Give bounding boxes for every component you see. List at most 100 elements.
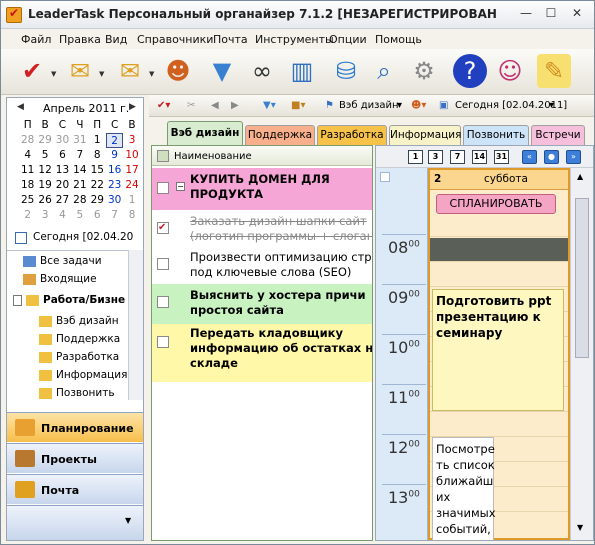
tree-item-work[interactable]: Работа/Бизне: [13, 294, 125, 306]
calendar-day[interactable]: 5: [36, 148, 53, 163]
tab-call[interactable]: Позвонить: [463, 125, 529, 145]
task-row[interactable]: ✔ Заказать дизайн шапки сайт (логотип про…: [152, 210, 372, 246]
scroll-up-icon[interactable]: ▲: [577, 172, 583, 181]
task-row[interactable]: − КУПИТЬ ДОМЕН ДЛЯ ПРОДУКТА: [152, 168, 372, 210]
calendar-day[interactable]: 16: [106, 163, 123, 178]
minimize-button[interactable]: —: [515, 5, 537, 23]
nav-planning[interactable]: Планирование: [7, 412, 143, 442]
chevron-down-icon[interactable]: ▼: [125, 516, 131, 525]
column-name-header[interactable]: Наименование: [174, 151, 252, 162]
calendar-day[interactable]: 10: [123, 148, 140, 163]
calendar-day[interactable]: 5: [71, 208, 88, 223]
cut-icon[interactable]: ✂: [187, 100, 195, 111]
calendar-day[interactable]: 30: [106, 193, 123, 208]
calendar-day[interactable]: 1: [123, 193, 140, 208]
plan-button[interactable]: СПЛАНИРОВАТЬ: [436, 194, 556, 214]
calendar-day[interactable]: 19: [36, 178, 53, 193]
calendar-day[interactable]: 14: [71, 163, 88, 178]
menu-mail[interactable]: Почта: [213, 33, 248, 46]
menu-file[interactable]: Файл: [21, 33, 51, 46]
calendar-day[interactable]: 20: [54, 178, 71, 193]
calendar-day[interactable]: 25: [19, 193, 36, 208]
calendar-day[interactable]: 3: [123, 133, 140, 148]
tree-item-all-tasks[interactable]: Все задачи: [23, 255, 102, 267]
tab-information[interactable]: Информация: [389, 125, 461, 145]
prev-day-icon[interactable]: «: [522, 150, 537, 164]
today-icon[interactable]: ●: [544, 150, 559, 164]
scroll-thumb[interactable]: [575, 198, 589, 358]
calendar-today-link[interactable]: Сегодня [02.04.20: [33, 231, 141, 243]
gear-icon[interactable]: ⚙: [407, 54, 441, 88]
filter-icon[interactable]: ▼: [205, 54, 239, 88]
view-7-days-button[interactable]: 7: [450, 150, 465, 164]
calendar-day[interactable]: 27: [54, 193, 71, 208]
nav-projects[interactable]: Проекты: [7, 443, 143, 473]
tab-web-design[interactable]: Вэб дизайн: [167, 121, 243, 145]
collapse-icon[interactable]: [13, 294, 22, 306]
select-all-checkbox[interactable]: [157, 150, 169, 162]
menu-help[interactable]: Помощь: [375, 33, 422, 46]
mail-icon[interactable]: ✉: [63, 54, 97, 88]
tree-item-call[interactable]: Позвонить: [39, 387, 115, 399]
calendar-day[interactable]: 28: [19, 133, 36, 148]
calendar-day[interactable]: 29: [89, 193, 106, 208]
notes-icon[interactable]: ✎: [537, 54, 571, 88]
filter-icon[interactable]: ▼▾: [263, 100, 276, 111]
calendar-day[interactable]: 30: [54, 133, 71, 148]
binoculars-icon[interactable]: ∞: [245, 54, 279, 88]
task-note-events[interactable]: Посмотре ть список ближайш их значимых с…: [432, 437, 496, 540]
send-mail-icon[interactable]: ✉: [113, 54, 147, 88]
tree-item-development[interactable]: Разработка: [39, 351, 119, 363]
forward-icon[interactable]: ▶: [231, 100, 239, 111]
collapse-icon[interactable]: [380, 172, 390, 182]
task-row[interactable]: Произвести оптимизацию стр под ключевые …: [152, 246, 372, 284]
nav-more[interactable]: ▼: [7, 505, 143, 540]
calendar-day[interactable]: 22: [89, 178, 106, 193]
menu-references[interactable]: Справочники: [137, 33, 213, 46]
briefcase-icon[interactable]: ■▾: [291, 100, 305, 111]
calendar-day[interactable]: 8: [89, 148, 106, 163]
calendar-day[interactable]: 18: [19, 178, 36, 193]
chevron-down-icon[interactable]: ▾: [397, 100, 402, 111]
prev-month-icon[interactable]: ◀: [17, 102, 24, 112]
calendar-day[interactable]: 23: [106, 178, 123, 193]
back-icon[interactable]: ◀: [211, 100, 219, 111]
calendar-day[interactable]: 13: [54, 163, 71, 178]
task-note-ppt[interactable]: Подготовить ppt презентацию к семинару: [432, 289, 564, 411]
calendar-day[interactable]: 21: [71, 178, 88, 193]
calendar-day[interactable]: 28: [71, 193, 88, 208]
tree-item-information[interactable]: Информация: [39, 369, 127, 381]
chevron-down-icon[interactable]: ▼: [51, 70, 56, 78]
task-row[interactable]: Передать кладовщику информацию об остатк…: [152, 324, 372, 382]
task-checkbox[interactable]: ✔: [157, 222, 169, 234]
tree-scrollbar[interactable]: [128, 250, 143, 400]
menu-tools[interactable]: Инструменты: [255, 33, 334, 46]
preview-icon[interactable]: ⌕: [367, 54, 401, 88]
view-31-days-button[interactable]: 31: [494, 150, 509, 164]
calendar-day[interactable]: 6: [54, 148, 71, 163]
day-column[interactable]: 2 суббота СПЛАНИРОВАТЬ Подготовить ppt п…: [428, 168, 570, 540]
tab-development[interactable]: Разработка: [317, 125, 387, 145]
collapse-icon[interactable]: −: [176, 182, 185, 191]
calendar-day[interactable]: 9: [106, 148, 123, 163]
next-month-icon[interactable]: ▶: [129, 102, 136, 112]
tree-item-web-design[interactable]: Вэб дизайн: [39, 315, 119, 327]
day-view-scrollbar[interactable]: ▲ ▼: [570, 168, 593, 540]
calendar-day[interactable]: 8: [123, 208, 140, 223]
contacts-icon[interactable]: ☻: [161, 54, 195, 88]
view-1-day-button[interactable]: 1: [408, 150, 423, 164]
report-icon[interactable]: ▥: [285, 54, 319, 88]
calendar-day[interactable]: 12: [36, 163, 53, 178]
next-day-icon[interactable]: »: [566, 150, 581, 164]
calendar-day[interactable]: 6: [89, 208, 106, 223]
nav-mail[interactable]: Почта: [7, 474, 143, 504]
calendar-day[interactable]: 3: [36, 208, 53, 223]
menu-options[interactable]: Опции: [329, 33, 367, 46]
tree-item-inbox[interactable]: Входящие: [23, 273, 97, 285]
calendar-day[interactable]: 11: [19, 163, 36, 178]
scroll-down-icon[interactable]: ▼: [577, 523, 583, 532]
view-3-days-button[interactable]: 3: [428, 150, 443, 164]
calendar-day[interactable]: 4: [54, 208, 71, 223]
menu-edit[interactable]: Правка: [59, 33, 101, 46]
calendar-day[interactable]: 4: [19, 148, 36, 163]
